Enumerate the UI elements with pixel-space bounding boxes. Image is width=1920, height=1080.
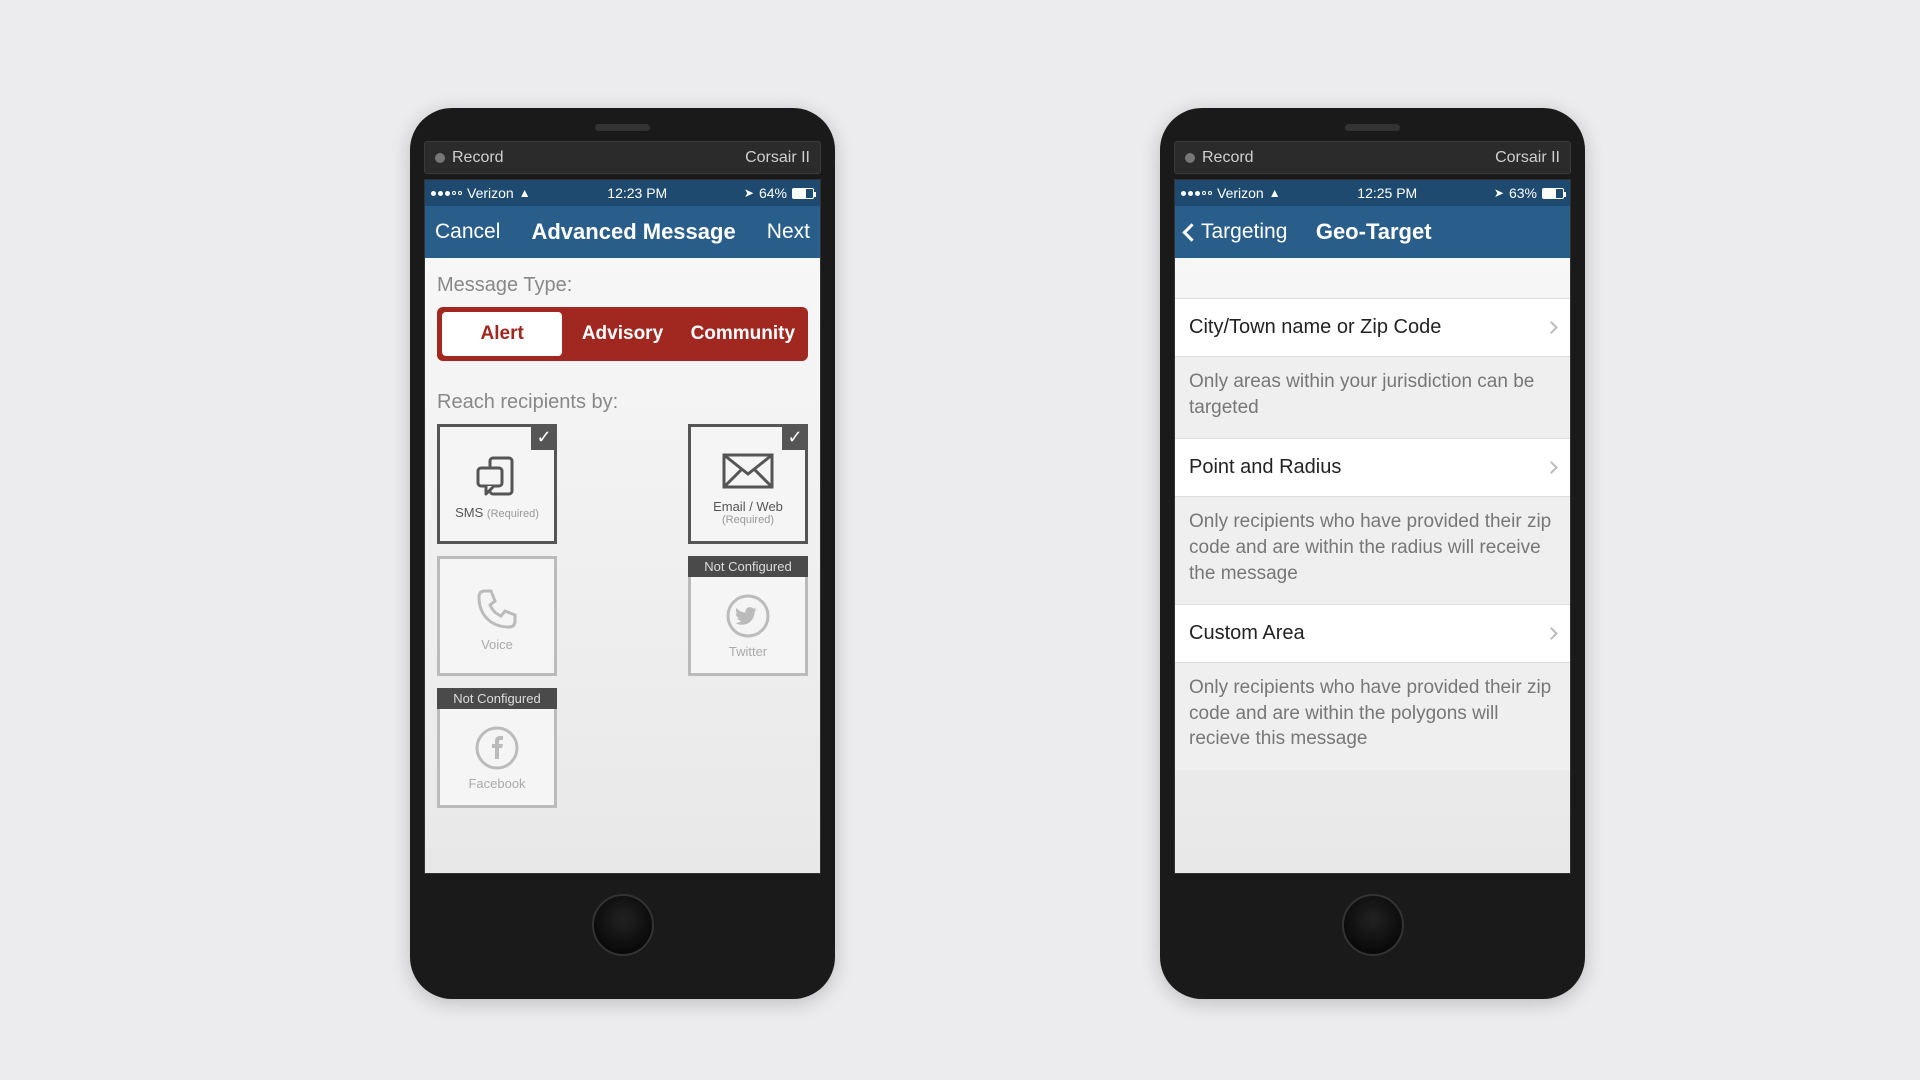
simulator-bar: Record Corsair II	[424, 141, 821, 174]
not-configured-badge: Not Configured	[437, 688, 557, 709]
phone-speaker	[595, 124, 650, 131]
reach-label: Reach recipients by:	[425, 375, 820, 424]
wifi-icon: ▲	[519, 186, 531, 200]
phone-mockup-right: Record Corsair II Verizon ▲ 12:25 PM ➤ 6…	[1160, 108, 1585, 999]
nav-title: Geo-Target	[1316, 219, 1432, 245]
message-type-label: Message Type:	[425, 258, 820, 307]
carrier-label: Verizon	[467, 185, 514, 201]
battery-icon	[1542, 188, 1564, 199]
record-label[interactable]: Record	[1202, 149, 1254, 167]
row-city-zip[interactable]: City/Town name or Zip Code	[1175, 298, 1570, 357]
channel-label: SMS	[455, 505, 483, 520]
chevron-right-icon	[1545, 321, 1558, 334]
wifi-icon: ▲	[1269, 186, 1281, 200]
row-custom-area[interactable]: Custom Area	[1175, 604, 1570, 663]
channel-sublabel: (Required)	[487, 508, 539, 520]
home-button[interactable]	[592, 894, 654, 956]
home-button[interactable]	[1342, 894, 1404, 956]
channel-email[interactable]: ✓ Email / Web (Required)	[688, 424, 808, 544]
next-button[interactable]: Next	[767, 220, 810, 244]
simulator-device-label: Corsair II	[1495, 149, 1560, 167]
phone-speaker	[1345, 124, 1400, 131]
chevron-right-icon	[1545, 461, 1558, 474]
simulator-bar: Record Corsair II	[1174, 141, 1571, 174]
sms-icon	[469, 449, 525, 505]
channel-voice[interactable]: Voice	[437, 556, 557, 676]
clock-label: 12:23 PM	[607, 185, 667, 201]
signal-dots-icon	[431, 191, 462, 196]
tab-advisory[interactable]: Advisory	[562, 312, 682, 356]
channel-facebook[interactable]: Not Configured Facebook	[437, 688, 557, 808]
twitter-icon	[720, 588, 776, 644]
not-configured-badge: Not Configured	[688, 556, 808, 577]
back-button[interactable]: Targeting	[1185, 220, 1287, 244]
email-icon	[720, 443, 776, 499]
row-title: Point and Radius	[1189, 456, 1341, 479]
row-point-radius[interactable]: Point and Radius	[1175, 438, 1570, 497]
row-title: Custom Area	[1189, 622, 1305, 645]
check-icon: ✓	[531, 424, 557, 450]
record-indicator-icon	[1185, 153, 1195, 163]
location-icon: ➤	[1494, 186, 1504, 200]
nav-title: Advanced Message	[531, 219, 735, 245]
ios-status-bar: Verizon ▲ 12:25 PM ➤ 63%	[1175, 180, 1570, 206]
message-type-segmented: Alert Advisory Community	[437, 307, 808, 361]
channel-label: Facebook	[468, 776, 525, 791]
signal-dots-icon	[1181, 191, 1212, 196]
nav-bar: Cancel Advanced Message Next	[425, 206, 820, 258]
row-radius-desc: Only recipients who have provided their …	[1175, 497, 1570, 604]
cancel-button[interactable]: Cancel	[435, 220, 500, 244]
battery-percent: 64%	[759, 185, 787, 201]
back-label: Targeting	[1201, 220, 1287, 244]
row-title: City/Town name or Zip Code	[1189, 316, 1441, 339]
battery-icon	[792, 188, 814, 199]
tab-community[interactable]: Community	[683, 312, 803, 356]
facebook-icon	[469, 720, 525, 776]
content-area: Message Type: Alert Advisory Community R…	[425, 258, 820, 873]
ios-status-bar: Verizon ▲ 12:23 PM ➤ 64%	[425, 180, 820, 206]
row-custom-desc: Only recipients who have provided their …	[1175, 663, 1570, 770]
record-indicator-icon	[435, 153, 445, 163]
phone-icon	[469, 581, 525, 637]
battery-percent: 63%	[1509, 185, 1537, 201]
channel-twitter[interactable]: Not Configured Twitter	[688, 556, 808, 676]
record-label[interactable]: Record	[452, 149, 504, 167]
check-icon: ✓	[782, 424, 808, 450]
chevron-right-icon	[1545, 627, 1558, 640]
phone-screen: Verizon ▲ 12:25 PM ➤ 63% Targeting Geo-T…	[1174, 179, 1571, 874]
channel-grid: ✓ SMS (Required) ✓	[425, 424, 820, 808]
channel-label: Voice	[481, 637, 513, 652]
chevron-left-icon	[1182, 223, 1200, 241]
simulator-device-label: Corsair II	[745, 149, 810, 167]
channel-label: Twitter	[729, 644, 767, 659]
channel-sublabel: (Required)	[713, 514, 783, 526]
row-city-desc: Only areas within your jurisdiction can …	[1175, 357, 1570, 438]
clock-label: 12:25 PM	[1357, 185, 1417, 201]
nav-bar: Targeting Geo-Target	[1175, 206, 1570, 258]
content-area: City/Town name or Zip Code Only areas wi…	[1175, 258, 1570, 873]
channel-sms[interactable]: ✓ SMS (Required)	[437, 424, 557, 544]
carrier-label: Verizon	[1217, 185, 1264, 201]
tab-alert[interactable]: Alert	[442, 312, 562, 356]
location-icon: ➤	[744, 186, 754, 200]
phone-screen: Verizon ▲ 12:23 PM ➤ 64% Cancel Advanced…	[424, 179, 821, 874]
phone-mockup-left: Record Corsair II Verizon ▲ 12:23 PM ➤ 6…	[410, 108, 835, 999]
channel-label: Email / Web	[713, 499, 783, 514]
